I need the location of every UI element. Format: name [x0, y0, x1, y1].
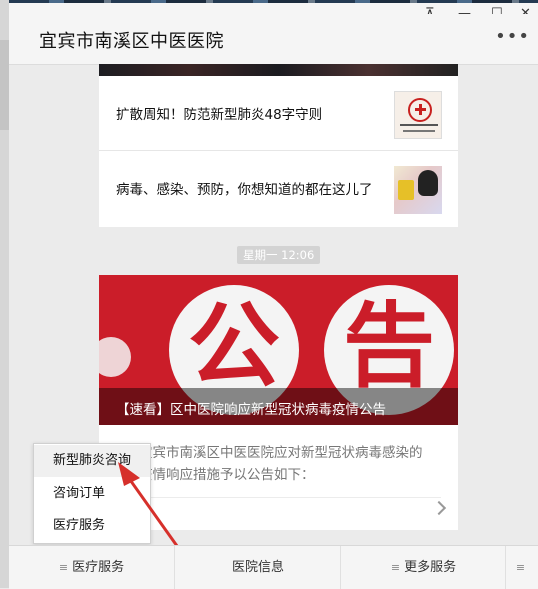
notice-summary-line: 宜宾市南溪区中医医院应对新型冠状病毒感染的: [139, 445, 423, 461]
megaphone-icon: [99, 337, 131, 377]
banner-glyph-left: 公: [187, 293, 280, 400]
app-header: 宜宾市南溪区中医医院 •••: [9, 14, 538, 65]
tab-medical-services[interactable]: ≡ 医疗服务: [9, 546, 174, 589]
notice-title: 【速看】区中医院响应新型冠状病毒疫情公告: [116, 402, 386, 418]
menu-item-consult-orders[interactable]: 咨询订单: [34, 478, 150, 510]
menu-item-pneumonia-consult[interactable]: 新型肺炎咨询: [34, 445, 150, 477]
menu-list-icon: ≡: [58, 561, 69, 574]
tab-label: 更多服务: [404, 560, 457, 575]
message-timestamp: 星期一 12:06: [237, 246, 321, 264]
article-thumbnail: [394, 91, 442, 139]
article-title: 扩散周知！防范新型肺炎48字守则: [116, 107, 323, 123]
tab-label: 医院信息: [231, 560, 284, 575]
article-row[interactable]: 扩散周知！防范新型肺炎48字守则: [99, 76, 458, 151]
keyboard-toggle[interactable]: ≡: [505, 546, 538, 589]
tab-hospital-info[interactable]: 医院信息: [174, 546, 341, 589]
article-card: 扩散周知！防范新型肺炎48字守则 病毒、感染、预防，你想知道的都在这儿了: [99, 64, 458, 227]
banner-caption: 【速看】区中医院响应新型冠状病毒疫情公告: [99, 388, 458, 425]
menu-item-medical-services[interactable]: 医疗服务: [34, 510, 150, 542]
more-menu-icon[interactable]: •••: [495, 26, 530, 47]
notice-summary: 宜宾市南溪区中医医院应对新型冠状病毒感染的 疫情响应措施予以公告如下：: [139, 442, 444, 486]
tab-label: 医疗服务: [72, 560, 125, 575]
service-popup-menu: 新型肺炎咨询 咨询订单 医疗服务: [33, 443, 151, 544]
divider: [116, 497, 441, 498]
window-left-strip: [0, 0, 9, 588]
cover-image-strip[interactable]: [99, 64, 458, 76]
left-scroll-thumb[interactable]: [0, 40, 9, 130]
menu-list-icon: ≡: [515, 561, 526, 574]
page-title: 宜宾市南溪区中医医院: [39, 31, 224, 52]
notice-banner-image[interactable]: 公 告 【速看】区中医院响应新型冠状病毒疫情公告: [99, 275, 458, 425]
banner-glyph-right: 告: [342, 293, 435, 400]
article-title: 病毒、感染、预防，你想知道的都在这儿了: [116, 182, 373, 198]
article-row[interactable]: 病毒、感染、预防，你想知道的都在这儿了: [99, 151, 458, 225]
desktop-background-strip: [9, 0, 538, 3]
notice-summary-line: 疫情响应措施予以公告如下：: [139, 467, 315, 483]
notice-card[interactable]: 公 告 【速看】区中医院响应新型冠状病毒疫情公告 宜宾市南溪区中医医院应对新型冠…: [99, 275, 458, 530]
article-thumbnail: [394, 166, 442, 214]
tab-more-services[interactable]: ≡ 更多服务: [340, 546, 506, 589]
chevron-right-icon[interactable]: [431, 500, 447, 516]
bottom-menu-bar: ≡ 医疗服务 医院信息 ≡ 更多服务 ≡: [9, 545, 538, 589]
menu-list-icon: ≡: [390, 561, 401, 574]
